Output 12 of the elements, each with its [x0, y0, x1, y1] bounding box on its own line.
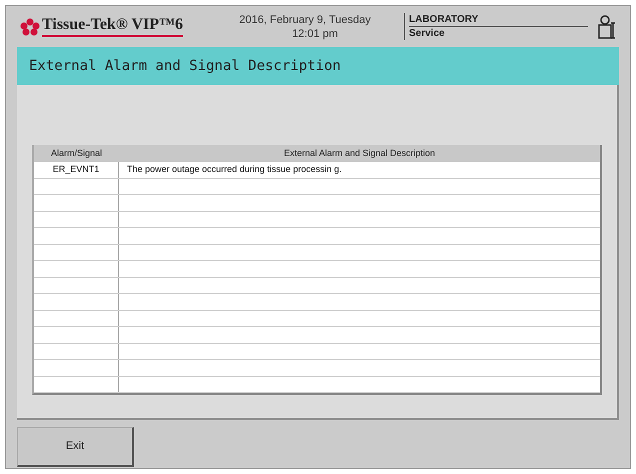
product-logo: Tissue-Tek® VIP™6	[42, 16, 184, 36]
exit-button[interactable]: Exit	[17, 427, 134, 467]
user-label: Service	[409, 27, 446, 40]
column-header: External Alarm and Signal Description	[282, 146, 436, 160]
column-header: Alarm/Signal	[50, 146, 104, 160]
time-text: 12:01 pm	[291, 26, 338, 40]
table-cell-text: The power outage occurred during tissue processin g.	[126, 163, 343, 176]
flower-logo-icon	[20, 18, 40, 36]
table-cell: ER_EVNT1	[34, 162, 119, 178]
date-text: 2016, February 9, Tuesday	[239, 12, 371, 26]
mode-label: LABORATORY	[409, 13, 588, 27]
page-title: External Alarm and Signal Description	[29, 56, 341, 76]
